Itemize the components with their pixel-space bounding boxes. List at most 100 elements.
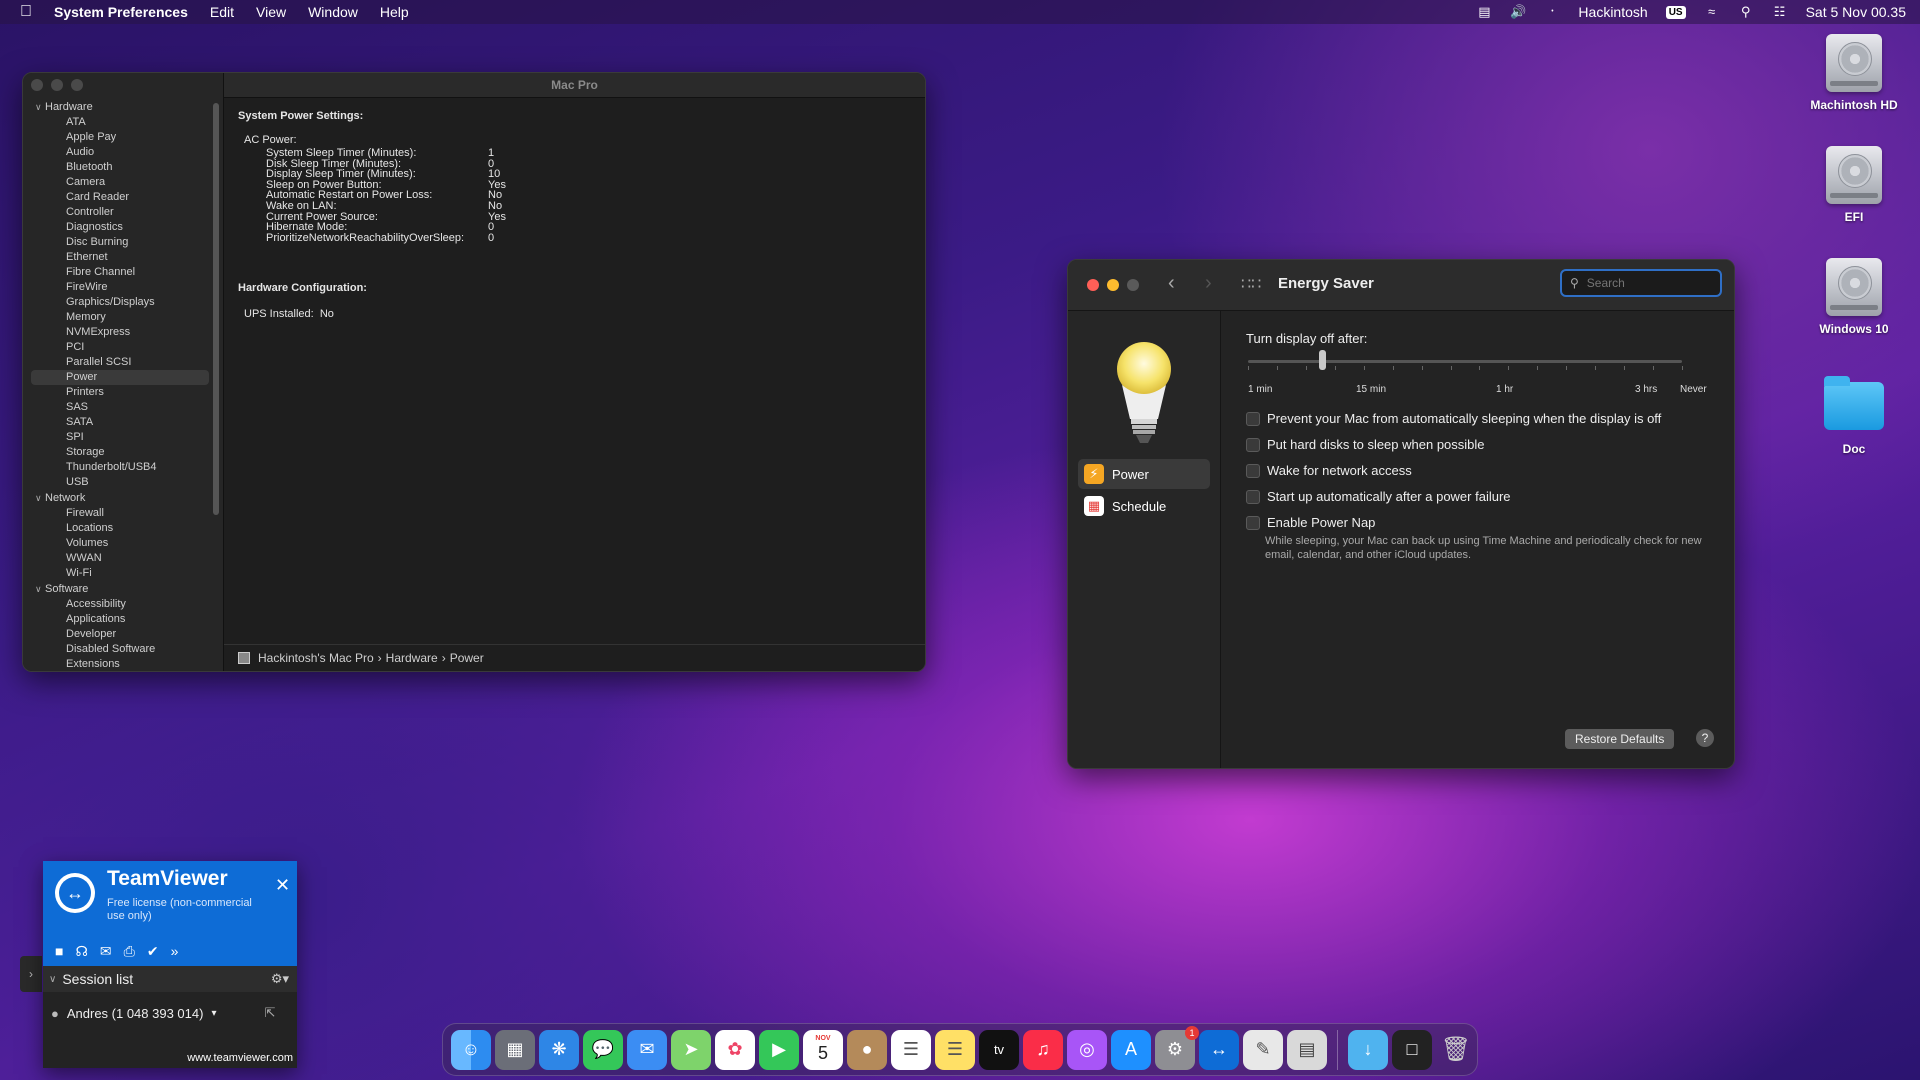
sidebar-item[interactable]: Power	[31, 370, 209, 385]
option-wake-network[interactable]: Wake for network access	[1246, 463, 1412, 478]
path-power[interactable]: Power	[450, 651, 484, 665]
window-preview-icon[interactable]: □	[1392, 1029, 1432, 1070]
checkbox[interactable]	[1246, 463, 1260, 478]
option-prevent-sleep[interactable]: Prevent your Mac from automatically slee…	[1246, 411, 1661, 426]
sidebar-item[interactable]: SATA	[31, 415, 209, 430]
sidebar-item[interactable]: Storage	[31, 445, 209, 460]
sidebar-item[interactable]: Thunderbolt/USB4	[31, 460, 209, 475]
menu-edit[interactable]: Edit	[210, 4, 234, 20]
sidebar-item[interactable]: Firewall	[31, 506, 209, 521]
spotlight-search-icon[interactable]: ⚲	[1738, 5, 1754, 19]
option-hard-disk-sleep[interactable]: Put hard disks to sleep when possible	[1246, 437, 1485, 452]
help-button[interactable]: ?	[1696, 729, 1714, 747]
sidebar-group-hardware[interactable]: ∨ Hardware	[31, 99, 209, 115]
chat-icon[interactable]: ✉	[100, 943, 112, 960]
menu-user-name[interactable]: Hackintosh	[1578, 4, 1647, 20]
zoom-button[interactable]	[71, 79, 83, 91]
teamviewer-link[interactable]: www.teamviewer.com	[187, 1052, 293, 1064]
checkbox[interactable]	[1246, 411, 1260, 426]
sidebar-item[interactable]: Locations	[31, 521, 209, 536]
sidebar-item[interactable]: PCI	[31, 340, 209, 355]
finder-icon[interactable]: ☺	[451, 1029, 491, 1070]
show-all-grid-icon[interactable]: ∷∷	[1241, 274, 1261, 294]
sidebar-item[interactable]: Controller	[31, 205, 209, 220]
sidebar-item[interactable]: Fibre Channel	[31, 265, 209, 280]
apple-tv-icon[interactable]: tv	[979, 1029, 1019, 1070]
sidebar-item[interactable]: Wi-Fi	[31, 566, 209, 581]
sidebar-item[interactable]: USB	[31, 475, 209, 490]
option-auto-startup[interactable]: Start up automatically after a power fai…	[1246, 489, 1511, 504]
podcasts-icon[interactable]: ◎	[1067, 1029, 1107, 1070]
checkbox[interactable]	[1246, 489, 1260, 504]
notes-icon[interactable]: ☰	[935, 1029, 975, 1070]
system-preferences-icon[interactable]: ⚙ 1	[1155, 1025, 1199, 1070]
teamviewer-icon[interactable]: ↔	[1199, 1029, 1239, 1070]
bluetooth-icon[interactable]: ᛫	[1544, 5, 1560, 19]
sidebar-item[interactable]: WWAN	[31, 551, 209, 566]
desktop-icon-doc[interactable]: Doc	[1794, 376, 1914, 456]
headset-icon[interactable]: ☊	[75, 943, 87, 960]
sidebar-item[interactable]: Volumes	[31, 536, 209, 551]
app-store-icon[interactable]: A	[1111, 1029, 1151, 1070]
connect-arrow-icon[interactable]: ⇱	[265, 1005, 276, 1021]
sidebar-item[interactable]: Applications	[31, 612, 209, 627]
reminders-icon[interactable]: ☰	[891, 1029, 931, 1070]
sidebar-group-software[interactable]: ∨ Software	[31, 581, 209, 597]
minimize-button[interactable]	[51, 79, 63, 91]
search-input[interactable]	[1584, 275, 1709, 291]
slider-track[interactable]	[1248, 360, 1682, 363]
more-icon[interactable]: »	[171, 943, 179, 960]
script-editor-icon[interactable]: ✎	[1243, 1029, 1283, 1070]
path-computer[interactable]: Hackintosh's Mac Pro	[258, 651, 374, 665]
downloads-folder-icon[interactable]: ↓	[1348, 1029, 1388, 1070]
restore-defaults-button[interactable]: Restore Defaults	[1565, 729, 1675, 749]
nav-power[interactable]: ⚡ Power	[1078, 459, 1210, 489]
sidebar-item[interactable]: Bluetooth	[31, 160, 209, 175]
activity-monitor-icon[interactable]: ▤	[1476, 5, 1492, 19]
menu-view[interactable]: View	[256, 4, 286, 20]
calendar-icon[interactable]: NOV 5	[803, 1029, 843, 1070]
slider-knob[interactable]	[1318, 350, 1326, 370]
file-transfer-icon[interactable]: ⎙	[124, 943, 135, 960]
sidebar-item[interactable]: Disabled Software	[31, 642, 209, 657]
sidebar-item[interactable]: FireWire	[31, 280, 209, 295]
sidebar-item[interactable]: Developer	[31, 627, 209, 642]
menu-clock[interactable]: Sat 5 Nov 00.35	[1806, 4, 1906, 20]
volume-icon[interactable]: 🔊	[1510, 5, 1526, 19]
desktop-icon-windows-10[interactable]: Windows 10	[1794, 258, 1914, 336]
menu-window[interactable]: Window	[308, 4, 358, 20]
session-list-header[interactable]: ∨ Session list ⚙▾	[43, 966, 297, 992]
back-chevron-icon[interactable]: ‹	[1168, 272, 1175, 295]
option-power-nap[interactable]: Enable Power Nap	[1246, 515, 1375, 530]
sidebar-item[interactable]: Ethernet	[31, 250, 209, 265]
sidebar-item[interactable]: Camera	[31, 175, 209, 190]
sidebar-item[interactable]: Memory	[31, 310, 209, 325]
minimize-button[interactable]	[1107, 279, 1119, 291]
input-source-badge[interactable]: US	[1665, 5, 1686, 19]
system-information-icon[interactable]: ▤	[1287, 1029, 1327, 1070]
contacts-icon[interactable]: ●	[847, 1029, 887, 1070]
sidebar-group-network[interactable]: ∨ Network	[31, 490, 209, 506]
sidebar-item[interactable]: Graphics/Displays	[31, 295, 209, 310]
close-icon[interactable]: ✕	[275, 875, 290, 896]
messages-icon[interactable]: 💬	[583, 1029, 623, 1070]
photos-icon[interactable]: ✿	[715, 1029, 755, 1070]
teamviewer-expand-handle[interactable]: ›	[20, 956, 42, 992]
sidebar-item[interactable]: Printers	[31, 385, 209, 400]
trash-icon[interactable]: 🗑	[1436, 1030, 1476, 1070]
sidebar-item[interactable]: Disc Burning	[31, 235, 209, 250]
zoom-button[interactable]	[1127, 279, 1139, 291]
menu-app-name[interactable]: System Preferences	[54, 4, 188, 20]
menu-help[interactable]: Help	[380, 4, 409, 20]
close-button[interactable]	[1087, 279, 1099, 291]
sidebar-item[interactable]: SPI	[31, 430, 209, 445]
chevron-down-icon[interactable]: ∨	[35, 100, 45, 114]
chevron-down-icon[interactable]: ∨	[35, 582, 45, 596]
maps-icon[interactable]: ➤	[671, 1029, 711, 1070]
tools-icon[interactable]: ✔	[147, 943, 159, 960]
forward-chevron-icon[interactable]: ›	[1205, 272, 1212, 295]
sidebar-item[interactable]: Extensions	[31, 657, 209, 671]
session-user-row[interactable]: ● Andres (1 048 393 014) ▾ ⇱	[51, 1005, 275, 1021]
safari-icon[interactable]: ❋	[539, 1029, 579, 1070]
sidebar-item[interactable]: ATA	[31, 115, 209, 130]
